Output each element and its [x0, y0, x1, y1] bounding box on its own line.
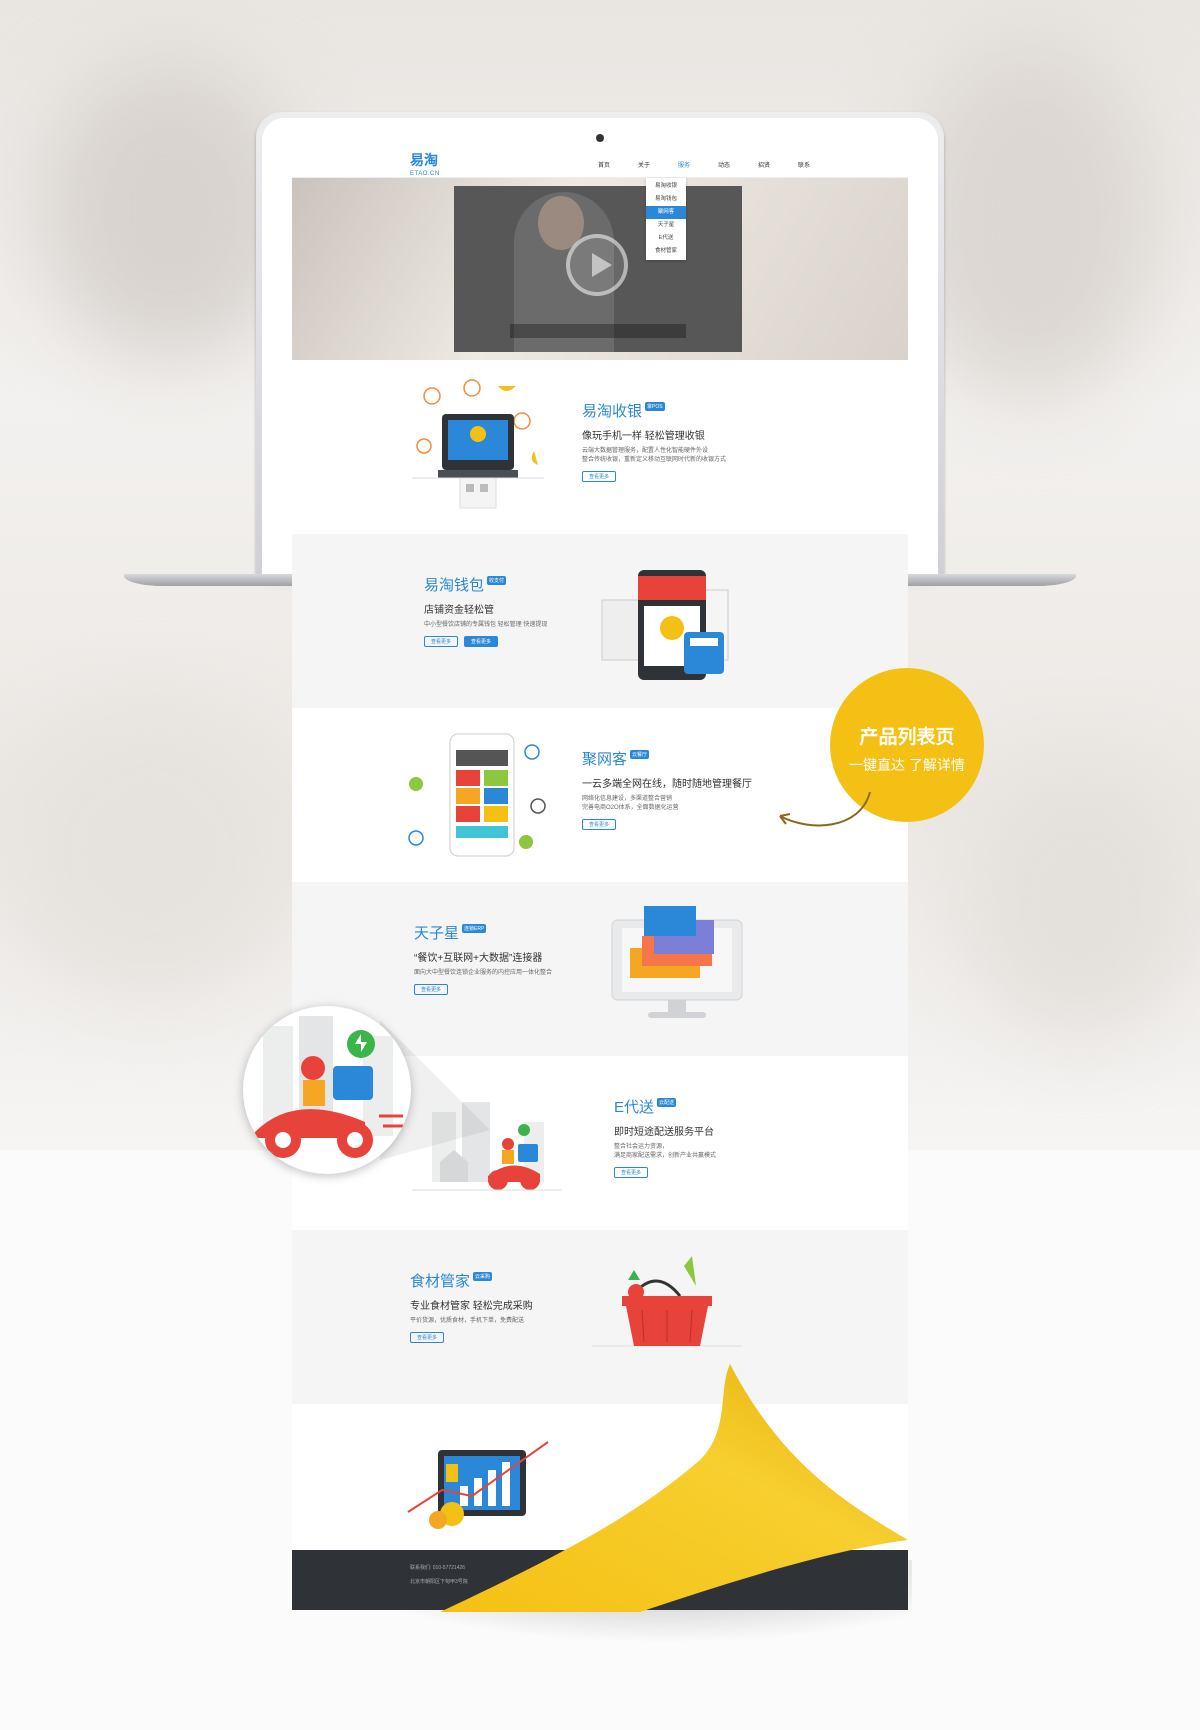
product-description: 面向大中型餐饮连锁企业服务的内控应用一体化整合 — [414, 970, 553, 976]
dropdown-item[interactable]: 食材管家 — [646, 245, 686, 258]
rider-illustration-zoomed — [255, 1016, 409, 1158]
product-title: 天子星 — [414, 925, 460, 942]
product-title: E代送 — [614, 1099, 655, 1116]
video-player[interactable] — [454, 186, 742, 352]
product-title: 食材管家 — [410, 1273, 471, 1290]
view-more-button[interactable]: 查看更多 — [410, 1332, 445, 1343]
zoom-lens — [243, 1006, 411, 1174]
product-description: 网络化信息建设，多渠道整合营销 完善电商O2O体系，全面数据化运营 — [582, 796, 679, 811]
video-caption-bar — [510, 324, 686, 338]
product-text: 聚网客 云餐厅 一云多端全网在线，随时随地管理餐厅 网络化信息建设，多渠道整合营销… — [582, 748, 782, 831]
product-tag: 连锁ERP — [462, 924, 487, 933]
callout-title: 产品列表页 — [859, 727, 955, 748]
view-more-button[interactable]: 查看更多 — [424, 636, 459, 647]
play-icon[interactable] — [566, 234, 628, 296]
product-tag: 收支付 — [487, 576, 507, 585]
callout-subtitle: 一键直达 了解详情 — [849, 757, 965, 773]
menu-item-news[interactable]: 动态 — [704, 160, 744, 169]
tianzixing-illustration — [611, 906, 743, 1018]
view-more-button[interactable]: 查看更多 — [582, 471, 617, 482]
dropdown-item[interactable]: 天子星 — [646, 219, 686, 232]
arrow-icon — [779, 791, 871, 827]
product-subtitle: 像玩手机一样 轻松管理收银 — [582, 431, 705, 442]
product-title: 易淘钱包 — [424, 577, 485, 594]
main-menu: 首页 关于 服务 动态 招贤 联系 — [584, 160, 824, 169]
product-tag: 云配送 — [657, 1098, 677, 1107]
view-more-button-primary[interactable]: 查看更多 — [464, 636, 499, 647]
view-more-button[interactable]: 查看更多 — [582, 819, 617, 830]
camera-icon — [596, 134, 604, 142]
product-description: 云端大数据管理服务，配置人性化智能硬件外设 整合传统收银，重新定义移动互联网时代… — [582, 448, 727, 463]
site-logo[interactable]: 易淘 ETAO.CN — [410, 153, 440, 181]
menu-item-about[interactable]: 关于 — [624, 160, 664, 169]
wallet-illustration — [601, 570, 729, 680]
product-subtitle: 专业食材管家 轻松完成采购 — [410, 1301, 533, 1312]
product-subtitle: “餐饮+互联网+大数据”连接器 — [414, 953, 543, 964]
dropdown-item[interactable]: 易淘钱包 — [646, 193, 686, 206]
services-dropdown: 易淘收银 易淘钱包 聚网客 天子星 E代送 食材管家 — [646, 178, 686, 260]
product-tag: 云采购 — [473, 1272, 493, 1281]
menu-item-contact[interactable]: 联系 — [784, 160, 824, 169]
product-text: 食材管家 云采购 专业食材管家 轻松完成采购 平价货源，优质食材，手机下单，免费配… — [410, 1270, 610, 1344]
product-text: 易淘收银 掌POS 像玩手机一样 轻松管理收银 云端大数据管理服务，配置人性化智能… — [582, 400, 782, 483]
product-subtitle: 一云多端全网在线，随时随地管理餐厅 — [582, 779, 752, 790]
product-text: E代送 云配送 即时短途配送服务平台 整合社会运力资源， 满足商家配送需求，创新产… — [614, 1096, 814, 1179]
product-description: 平价货源，优质食材，手机下单，免费配送 — [410, 1318, 525, 1324]
product-tag: 云餐厅 — [630, 750, 650, 759]
view-more-button[interactable]: 查看更多 — [614, 1167, 649, 1178]
product-tag: 掌POS — [645, 402, 665, 411]
menu-item-home[interactable]: 首页 — [584, 160, 624, 169]
cashier-illustration — [412, 379, 544, 509]
product-section-wallet: 易淘钱包 收支付 店铺资金轻松管 中小型餐饮店铺的专属钱包 轻松管理 快速提现 查… — [292, 534, 908, 708]
product-section-cashier: 易淘收银 掌POS 像玩手机一样 轻松管理收银 云端大数据管理服务，配置人性化智能… — [292, 360, 908, 534]
top-nav: 易淘 ETAO.CN 首页 关于 服务 动态 招贤 联系 易淘收银 易淘钱包 聚… — [292, 150, 908, 260]
product-title: 聚网客 — [582, 751, 628, 768]
product-description: 整合社会运力资源， 满足商家配送需求，创新产业共赢模式 — [614, 1144, 717, 1159]
dropdown-item[interactable]: 易淘收银 — [646, 180, 686, 193]
menu-item-jobs[interactable]: 招贤 — [744, 160, 784, 169]
junwangke-illustration — [408, 733, 546, 857]
dropdown-item-selected[interactable]: 聚网客 — [646, 206, 686, 219]
product-text: 天子星 连锁ERP “餐饮+互联网+大数据”连接器 面向大中型餐饮连锁企业服务的内… — [414, 922, 614, 996]
product-subtitle: 即时短途配送服务平台 — [614, 1127, 714, 1138]
page-curl — [440, 1364, 908, 1612]
product-title: 易淘收银 — [582, 403, 643, 420]
dropdown-item[interactable]: E代送 — [646, 232, 686, 245]
menu-item-services[interactable]: 服务 — [664, 160, 704, 169]
logo-text: 易淘 — [410, 152, 438, 168]
hero-banner — [292, 178, 908, 360]
view-more-button[interactable]: 查看更多 — [414, 984, 449, 995]
